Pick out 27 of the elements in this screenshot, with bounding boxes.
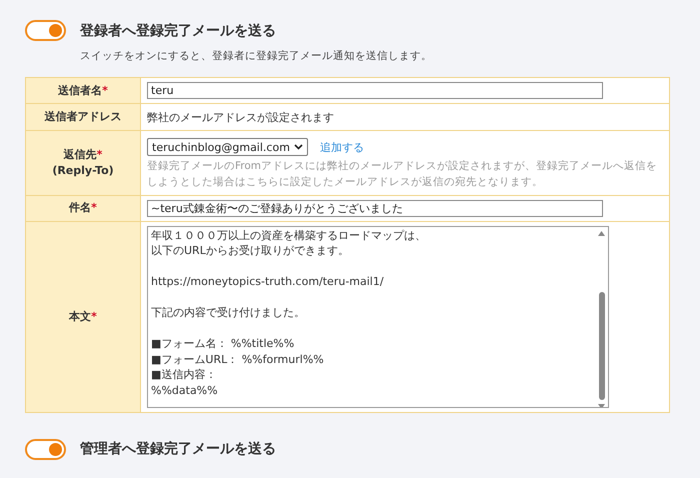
text-line: ■フォーム名： %%title%%: [151, 336, 294, 352]
text-input[interactable]: teru: [147, 82, 603, 99]
text-line: https://moneytopics-truth.com/teru-mail1/: [151, 274, 384, 290]
text-line: 以下のURLからお受け取りができます。: [151, 243, 349, 258]
text-line: ■フォームURL： %%formurl%%: [151, 352, 324, 367]
body-textarea[interactable]: 年収１０００万以上の資産を構築するロードマップは、 以下のURLからお受け取りができます。 https://moneytopics-truth.com/teru-mail1/ 下記の内容で受け付けました。 ■フォーム名： %%title%% ■フォームURL： %%formurl%% ■送信内容： %%data%%: [147, 226, 609, 408]
email-select[interactable]: teruchinblog@gmail.com: [147, 138, 308, 156]
text-input[interactable]: ~teru式錬金術〜のご登録ありがとうございました: [147, 200, 603, 216]
text-line: ■送信内容：: [151, 367, 216, 382]
field-label: 件名*: [69, 200, 97, 216]
section-description: スイッチをオンにすると、登録者に登録完了メール通知を送信します。: [80, 49, 433, 63]
scroll-up-icon[interactable]: [598, 230, 605, 236]
value-text: 弊社のメールアドレスが設定されます: [147, 110, 335, 124]
field-label: 送信者名*: [58, 82, 108, 98]
section-title: 管理者へ登録完了メールを送る: [80, 440, 276, 458]
help-text: 登録完了メールのFromアドレスには弊社のメールアドレスが設定されますが、登録完了メールへ返信をしようとした場合はこちらに設定したメールアドレスが返信の宛先となります。: [147, 159, 658, 190]
field-label: 本文*: [69, 308, 97, 324]
field-label: 返信先* (Reply-To): [52, 147, 114, 178]
text-line: 年収１０００万以上の資産を構築するロードマップは、: [151, 228, 426, 243]
toggle-switch[interactable]: [25, 20, 66, 41]
toggle-switch[interactable]: [25, 438, 66, 460]
chevron-down-icon: [294, 144, 303, 150]
add-link[interactable]: 追加する: [320, 140, 364, 154]
field-label: 送信者アドレス: [44, 109, 122, 125]
text-line: %%data%%: [151, 382, 218, 398]
text-line: 下記の内容で受け付けました。: [151, 305, 305, 320]
section-title: 登録者へ登録完了メールを送る: [80, 22, 276, 40]
